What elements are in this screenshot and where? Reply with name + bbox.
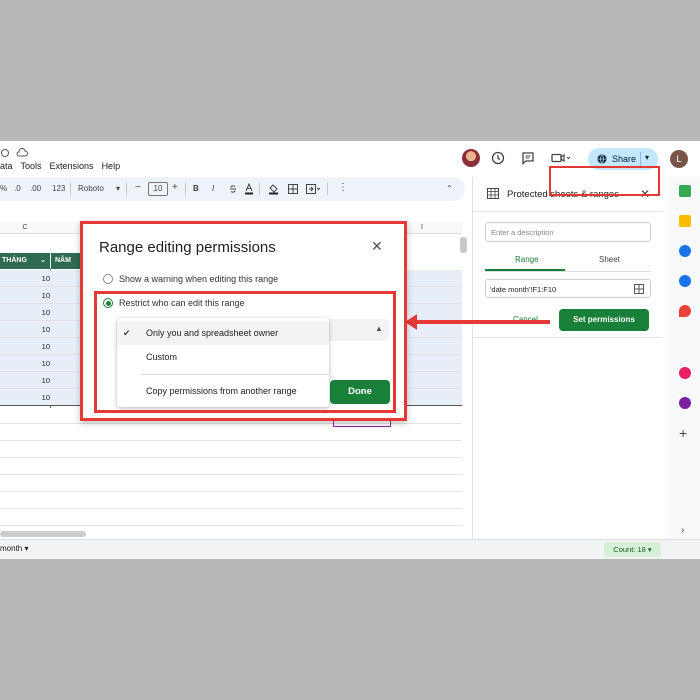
set-permissions-button[interactable]: Set permissions (559, 309, 649, 331)
percent-button[interactable]: % (0, 184, 7, 193)
expand-panel-icon[interactable]: › (681, 525, 684, 536)
font-select[interactable]: Roboto (78, 184, 104, 193)
font-dropdown-icon[interactable]: ▾ (116, 184, 120, 193)
table-row[interactable] (0, 441, 462, 458)
toolbar-divider (259, 183, 260, 195)
table-row[interactable] (0, 475, 462, 492)
toolbar-divider (185, 183, 186, 195)
decrease-decimal-button[interactable]: .0 (14, 184, 21, 193)
sheet-tabs-bar: month ▾ Count: 18 ▾ (0, 539, 700, 559)
table-row[interactable] (0, 509, 462, 526)
annotation-arrow (414, 320, 550, 324)
font-size-increase-button[interactable]: + (172, 182, 178, 193)
bold-button[interactable]: B (193, 184, 199, 193)
range-permissions-dialog: Range editing permissions ✕ Show a warni… (80, 221, 407, 421)
toolbar-divider (126, 183, 127, 195)
cell-value: 10 (41, 291, 50, 300)
addon-icon[interactable] (679, 367, 691, 379)
fill-color-icon[interactable] (268, 183, 279, 195)
menu-tools[interactable]: Tools (21, 161, 42, 171)
tab-sheet[interactable]: Sheet (599, 255, 620, 264)
borders-icon[interactable] (288, 184, 298, 194)
spreadsheet-window: ata Tools Extensions Help Share ▾ L % .0… (0, 141, 700, 559)
option-warning-label[interactable]: Show a warning when editing this range (119, 274, 278, 284)
keep-icon[interactable] (679, 215, 691, 227)
toolbar-divider (70, 183, 71, 195)
collapse-toolbar-icon[interactable]: ⌃ (446, 184, 453, 193)
menu-extensions[interactable]: Extensions (50, 161, 94, 171)
meet-icon[interactable] (550, 150, 572, 166)
cell-value: 10 (41, 376, 50, 385)
table-row[interactable] (0, 458, 462, 475)
addon-icon-2[interactable] (679, 397, 691, 409)
tab-divider (485, 271, 651, 272)
header-month[interactable]: THÁNG ⌄ (0, 253, 50, 269)
table-row[interactable] (0, 424, 462, 441)
description-input[interactable]: Enter a description (485, 222, 651, 242)
font-size-decrease-button[interactable]: − (135, 182, 141, 193)
dialog-title: Range editing permissions (99, 239, 276, 256)
tasks-icon[interactable] (679, 245, 691, 257)
cell-value: 10 (41, 359, 50, 368)
add-addon-icon[interactable]: + (679, 425, 687, 441)
range-input[interactable]: 'date month'!F1:F10 (485, 279, 651, 298)
history-icon[interactable] (490, 150, 506, 166)
protected-ranges-panel: Protected sheets & ranges ✕ Enter a desc… (472, 177, 663, 539)
text-color-icon[interactable] (244, 183, 254, 195)
menu-bar: ata Tools Extensions Help (0, 161, 120, 171)
move-icon[interactable] (0, 148, 10, 158)
cell-value: 10 (41, 393, 50, 402)
range-value: 'date month'!F1:F10 (490, 285, 557, 294)
globe-icon (597, 154, 607, 164)
side-rail: + › (668, 177, 700, 539)
contacts-icon[interactable] (679, 275, 691, 287)
highlight-box-set-permissions (549, 166, 660, 196)
cloud-icon[interactable] (16, 148, 28, 158)
collaborator-avatar[interactable] (462, 149, 480, 167)
radio-warning[interactable] (103, 274, 113, 284)
cell-value: 10 (41, 325, 50, 334)
vertical-scrollbar[interactable] (460, 237, 467, 253)
column-header-c[interactable]: C (0, 222, 50, 234)
merge-cells-icon[interactable] (306, 184, 320, 194)
increase-decimal-button[interactable]: .00 (30, 184, 41, 193)
maps-icon[interactable] (679, 305, 691, 317)
comment-icon[interactable] (520, 150, 536, 166)
header-month-label: THÁNG (2, 257, 27, 264)
font-size-input[interactable]: 10 (148, 182, 168, 196)
panel-divider (473, 211, 663, 212)
formatting-toolbar: % .0 .00 123 Roboto ▾ − 10 + B I ⋮ ⌃ (0, 177, 465, 201)
user-avatar[interactable]: L (670, 150, 688, 168)
sheet-tab-label: month (0, 544, 23, 553)
sheet-tab-month[interactable]: month ▾ (0, 544, 28, 553)
table-icon (487, 188, 499, 199)
share-dropdown-icon[interactable]: ▾ (645, 153, 649, 162)
close-icon[interactable]: ✕ (371, 238, 383, 255)
select-range-icon[interactable] (634, 284, 644, 294)
menu-data[interactable]: ata (0, 161, 13, 171)
more-options-button[interactable]: ⋮ (338, 182, 348, 193)
sheets-icon[interactable] (679, 185, 691, 197)
cell-value: 10 (41, 342, 50, 351)
share-divider (640, 152, 641, 166)
menu-help[interactable]: Help (102, 161, 121, 171)
active-tab-indicator (485, 269, 565, 271)
title-icons (0, 146, 28, 160)
count-label: Count: 18 (613, 545, 646, 554)
header-year[interactable]: NĂM (51, 253, 81, 269)
tab-range[interactable]: Range (515, 255, 539, 264)
cell-value: 10 (41, 274, 50, 283)
italic-button[interactable]: I (212, 184, 214, 193)
table-row[interactable] (0, 492, 462, 509)
highlight-box (94, 291, 396, 413)
cell-value: 10 (41, 308, 50, 317)
panel-divider (473, 337, 663, 338)
number-format-button[interactable]: 123 (52, 184, 65, 193)
count-badge[interactable]: Count: 18 ▾ (604, 542, 661, 557)
share-label: Share (612, 154, 637, 164)
strikethrough-icon[interactable] (228, 184, 238, 194)
horizontal-scrollbar[interactable] (0, 531, 86, 537)
toolbar-divider (327, 183, 328, 195)
filter-icon[interactable]: ⌄ (40, 253, 46, 269)
